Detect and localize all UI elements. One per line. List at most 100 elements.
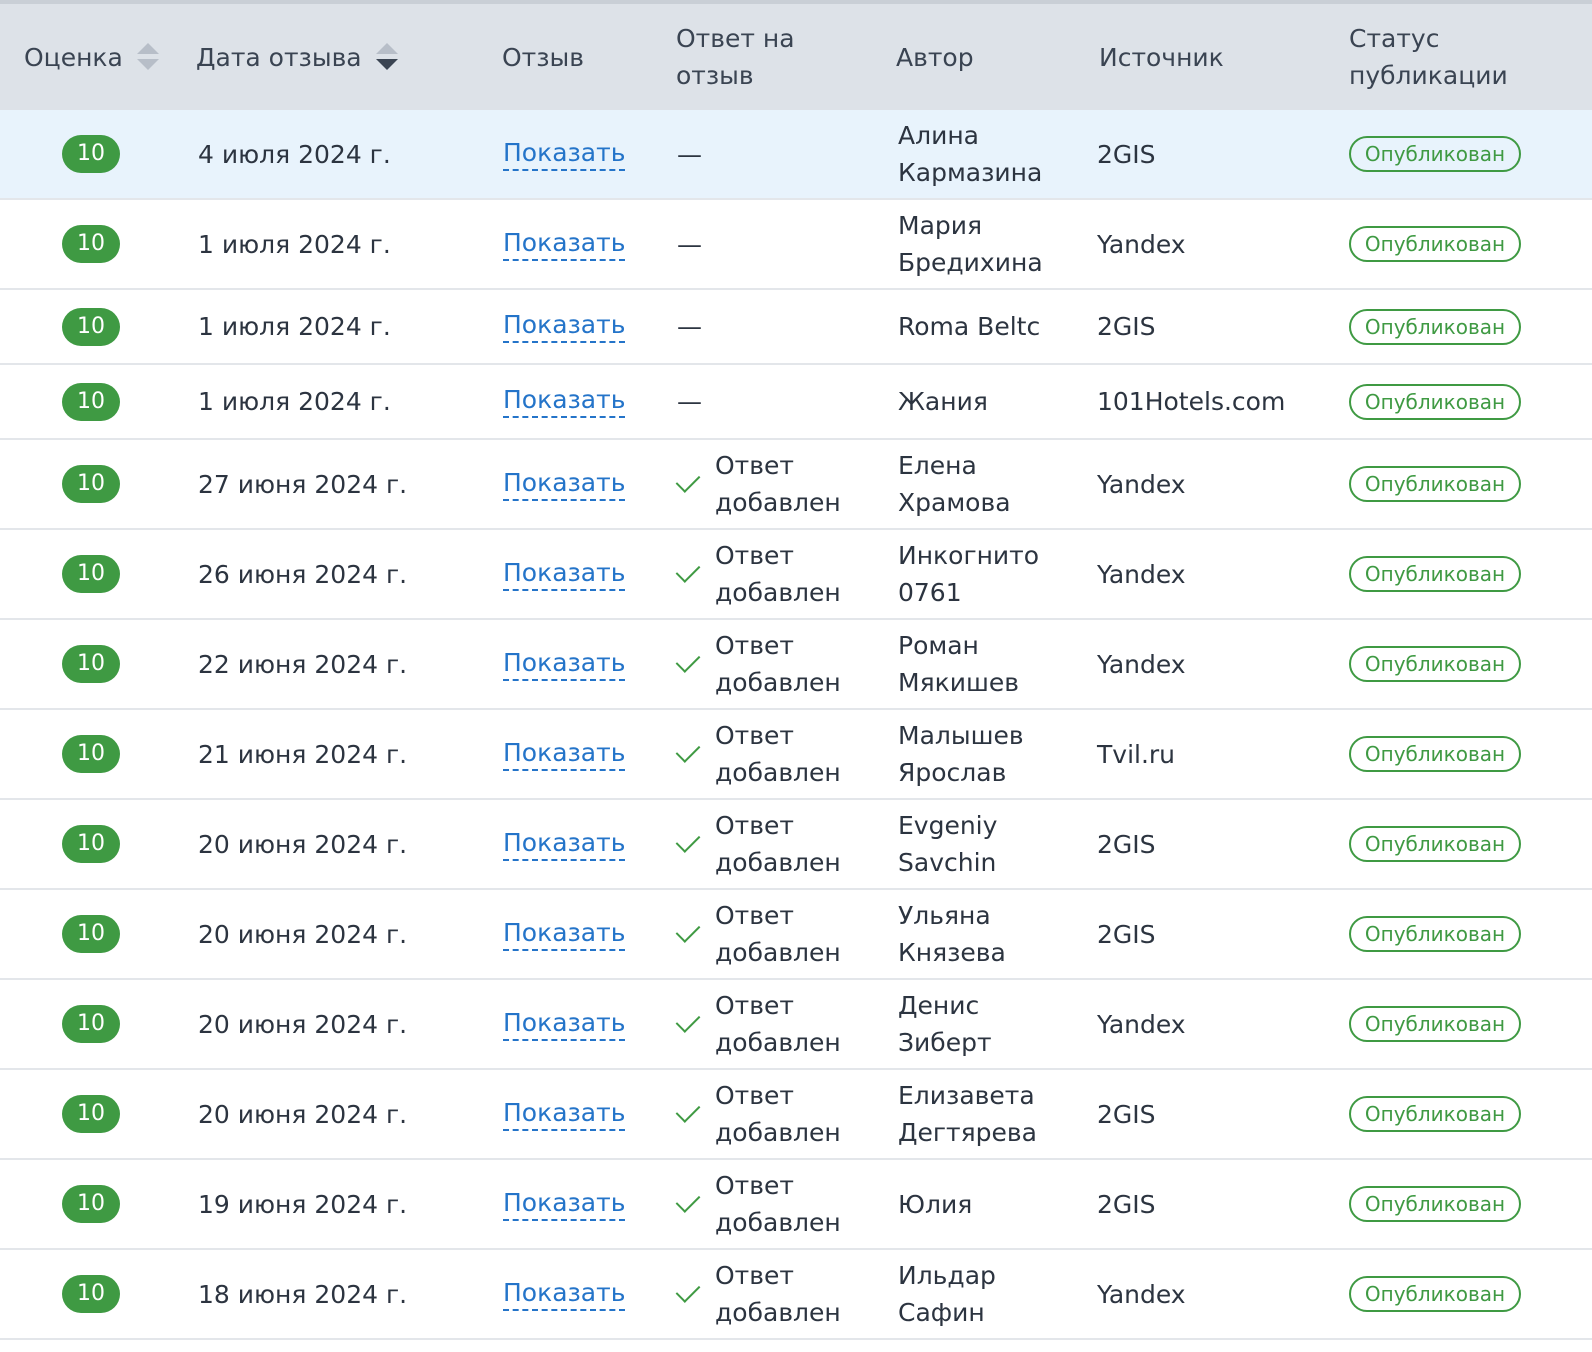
score-cell: 10	[0, 1250, 184, 1338]
review-cell: Показать	[500, 1160, 672, 1248]
checkmark-icon	[675, 557, 701, 583]
score-cell: 10	[0, 440, 184, 528]
reviews-table: Оценка Дата отзыва Отзыв Ответ на отзыв …	[0, 0, 1592, 1340]
table-row[interactable]: 10 22 июня 2024 г. Показать Ответ добавлен Р…	[0, 620, 1592, 710]
author-cell: Алина Кармазина	[898, 121, 1043, 187]
show-review-link[interactable]: Показать	[503, 918, 626, 951]
reply-status: Ответ добавлен	[715, 631, 841, 697]
table-row[interactable]: 10 1 июля 2024 г. Показать — Мария Бредихина…	[0, 200, 1592, 290]
table-row[interactable]: 10 19 июня 2024 г. Показать Ответ добавлен Ю…	[0, 1160, 1592, 1250]
header-author: Автор	[896, 42, 974, 72]
status-cell: Опубликован	[1344, 290, 1592, 363]
show-review-link[interactable]: Показать	[503, 468, 626, 501]
author-cell: Roma Beltc	[898, 312, 1041, 341]
status-badge: Опубликован	[1349, 736, 1521, 772]
table-row[interactable]: 10 20 июня 2024 г. Показать Ответ добавлен Д…	[0, 980, 1592, 1070]
show-review-link[interactable]: Показать	[503, 648, 626, 681]
score-badge: 10	[62, 135, 120, 173]
table-row[interactable]: 10 18 июня 2024 г. Показать Ответ добавлен И…	[0, 1250, 1592, 1340]
author-cell: Жания	[898, 387, 988, 416]
status-badge: Опубликован	[1349, 556, 1521, 592]
score-cell: 10	[0, 200, 184, 288]
date-cell: 22 июня 2024 г.	[198, 649, 408, 679]
checkmark-icon	[675, 917, 701, 943]
date-cell: 20 июня 2024 г.	[198, 919, 408, 949]
reply-cell: Ответ добавлен	[672, 1250, 894, 1338]
source-cell: Yandex	[1097, 559, 1186, 589]
author-cell: Малышев Ярослав	[898, 721, 1024, 787]
table-row[interactable]: 10 21 июня 2024 г. Показать Ответ добавлен М…	[0, 710, 1592, 800]
status-badge: Опубликован	[1349, 226, 1521, 262]
author-cell: Юлия	[898, 1189, 973, 1219]
score-cell: 10	[0, 710, 184, 798]
table-row[interactable]: 10 20 июня 2024 г. Показать Ответ добавлен Е…	[0, 1070, 1592, 1160]
table-row[interactable]: 10 27 июня 2024 г. Показать Ответ добавлен Е…	[0, 440, 1592, 530]
show-review-link[interactable]: Показать	[503, 385, 626, 418]
show-review-link[interactable]: Показать	[503, 1278, 626, 1311]
score-badge: 10	[62, 1005, 120, 1043]
table-row[interactable]: 10 26 июня 2024 г. Показать Ответ добавлен И…	[0, 530, 1592, 620]
status-cell: Опубликован	[1344, 800, 1592, 888]
source-cell: Yandex	[1097, 229, 1186, 259]
author-cell: Ильдар Сафин	[898, 1261, 996, 1327]
show-review-link[interactable]: Показать	[503, 228, 626, 261]
review-cell: Показать	[500, 200, 672, 288]
score-cell: 10	[0, 530, 184, 618]
score-badge: 10	[62, 1095, 120, 1133]
score-cell: 10	[0, 620, 184, 708]
show-review-link[interactable]: Показать	[503, 828, 626, 861]
reply-cell: Ответ добавлен	[672, 890, 894, 978]
header-date[interactable]: Дата отзыва	[184, 4, 500, 110]
source-cell: 2GIS	[1097, 1099, 1156, 1129]
table-row[interactable]: 10 4 июля 2024 г. Показать — Алина Кармазина…	[0, 110, 1592, 200]
score-badge: 10	[62, 1185, 120, 1223]
review-cell: Показать	[500, 290, 672, 363]
show-review-link[interactable]: Показать	[503, 1008, 626, 1041]
table-row[interactable]: 10 20 июня 2024 г. Показать Ответ добавлен У…	[0, 890, 1592, 980]
show-review-link[interactable]: Показать	[503, 738, 626, 771]
checkmark-icon	[675, 1097, 701, 1123]
header-score[interactable]: Оценка	[0, 4, 184, 110]
score-badge: 10	[62, 382, 120, 421]
table-row[interactable]: 10 1 июля 2024 г. Показать — Жания 101Hotels.…	[0, 365, 1592, 440]
status-cell: Опубликован	[1344, 1250, 1592, 1338]
table-row[interactable]: 10 20 июня 2024 г. Показать Ответ добавлен E…	[0, 800, 1592, 890]
date-cell: 20 июня 2024 г.	[198, 1009, 408, 1039]
date-cell: 27 июня 2024 г.	[198, 469, 408, 499]
score-badge: 10	[62, 825, 120, 863]
show-review-link[interactable]: Показать	[503, 1188, 626, 1221]
reply-cell: —	[672, 200, 894, 288]
score-badge: 10	[62, 307, 120, 346]
status-badge: Опубликован	[1349, 1276, 1521, 1312]
sort-arrows-icon[interactable]	[136, 42, 159, 72]
show-review-link[interactable]: Показать	[503, 1098, 626, 1131]
status-cell: Опубликован	[1344, 530, 1592, 618]
reply-cell: Ответ добавлен	[672, 1070, 894, 1158]
status-badge: Опубликован	[1349, 826, 1521, 862]
reply-status: Ответ добавлен	[715, 721, 841, 787]
reply-status: Ответ добавлен	[715, 1171, 841, 1237]
table-header: Оценка Дата отзыва Отзыв Ответ на отзыв …	[0, 0, 1592, 110]
score-cell: 10	[0, 800, 184, 888]
score-badge: 10	[62, 735, 120, 773]
source-cell: 101Hotels.com	[1097, 387, 1286, 416]
score-badge: 10	[62, 465, 120, 503]
source-cell: Yandex	[1097, 1009, 1186, 1039]
status-cell: Опубликован	[1344, 440, 1592, 528]
date-cell: 19 июня 2024 г.	[198, 1189, 408, 1219]
table-row[interactable]: 10 1 июля 2024 г. Показать — Roma Beltc 2GIS О…	[0, 290, 1592, 365]
reply-cell: Ответ добавлен	[672, 1160, 894, 1248]
show-review-link[interactable]: Показать	[503, 558, 626, 591]
status-badge: Опубликован	[1349, 383, 1521, 420]
reply-cell: Ответ добавлен	[672, 440, 894, 528]
date-cell: 1 июля 2024 г.	[198, 387, 391, 416]
status-cell: Опубликован	[1344, 1160, 1592, 1248]
checkmark-icon	[675, 1277, 701, 1303]
score-badge: 10	[62, 1275, 120, 1313]
score-cell: 10	[0, 110, 184, 198]
no-reply-dash: —	[677, 312, 702, 341]
show-review-link[interactable]: Показать	[503, 310, 626, 343]
status-badge: Опубликован	[1349, 466, 1521, 502]
show-review-link[interactable]: Показать	[503, 138, 626, 171]
sort-arrows-icon[interactable]	[375, 42, 398, 72]
